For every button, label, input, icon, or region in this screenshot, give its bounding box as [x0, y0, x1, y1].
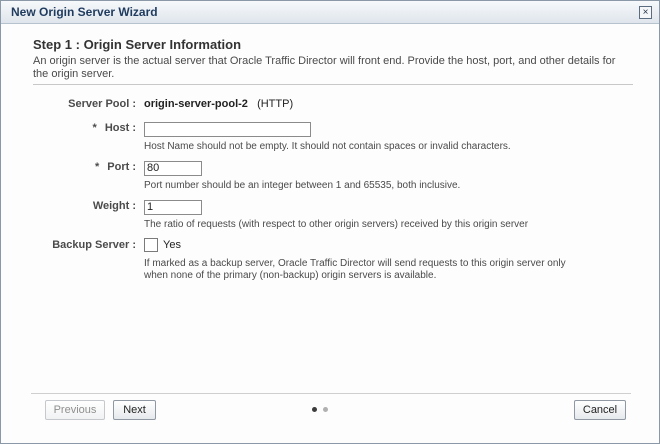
server-pool-name: origin-server-pool-2 [144, 98, 248, 110]
step-indicator-active-dot [312, 407, 317, 412]
close-icon[interactable]: × [639, 6, 652, 19]
backup-server-label: Backup Server : [52, 239, 136, 251]
port-label: Port : [107, 161, 136, 173]
port-hint: Port number should be an integer between… [144, 180, 461, 191]
dialog-titlebar: New Origin Server Wizard × [1, 1, 659, 24]
host-input[interactable] [144, 122, 311, 137]
server-pool-value: origin-server-pool-2 (HTTP) [144, 98, 293, 110]
weight-label: Weight : [92, 200, 136, 212]
port-input[interactable]: 80 [144, 161, 202, 176]
port-required-mark: * [94, 161, 100, 173]
previous-button[interactable]: Previous [45, 400, 105, 420]
next-button[interactable]: Next [113, 400, 156, 420]
step-indicator-inactive-dot [323, 407, 328, 412]
wizard-dialog: New Origin Server Wizard × Step 1 : Orig… [0, 0, 660, 444]
backup-server-hint-line1: If marked as a backup server, Oracle Tra… [144, 258, 566, 269]
server-pool-label: Server Pool : [68, 98, 136, 110]
port-label-row: * Port : [36, 161, 136, 173]
step-title: Step 1 : Origin Server Information [33, 37, 242, 52]
server-pool-protocol: (HTTP) [257, 98, 294, 110]
weight-input[interactable]: 1 [144, 200, 202, 215]
section-divider [33, 84, 633, 85]
footer-divider [31, 393, 631, 394]
backup-server-yes-label[interactable]: Yes [163, 239, 181, 251]
dialog-title: New Origin Server Wizard [11, 5, 158, 19]
backup-server-checkbox[interactable] [144, 238, 158, 252]
host-label: Host : [104, 122, 136, 134]
backup-server-hint-line2: when none of the primary (non-backup) or… [144, 270, 437, 281]
weight-hint: The ratio of requests (with respect to o… [144, 219, 529, 230]
host-hint: Host Name should not be empty. It should… [144, 141, 511, 152]
cancel-button[interactable]: Cancel [574, 400, 626, 420]
step-description: An origin server is the actual server th… [33, 55, 616, 80]
host-required-mark: * [92, 122, 97, 134]
host-label-row: * Host : [36, 122, 136, 134]
